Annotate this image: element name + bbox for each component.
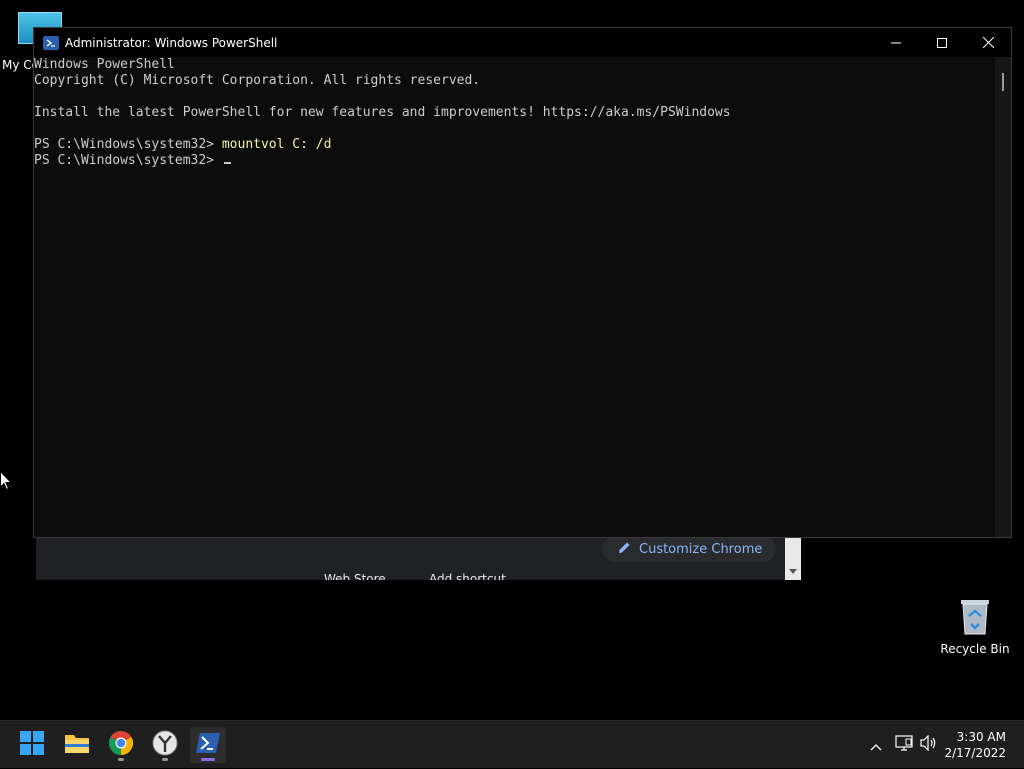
console-scrollbar[interactable] xyxy=(995,57,1011,537)
clock-date: 2/17/2022 xyxy=(944,746,1006,760)
taskbar-file-explorer[interactable] xyxy=(59,727,95,763)
command-text: mountvol C: /d xyxy=(221,137,332,152)
taskbar-powershell[interactable] xyxy=(190,727,226,763)
volume-button[interactable] xyxy=(918,721,940,769)
chrome-icon xyxy=(108,730,134,760)
system-clock[interactable]: 3:30 AM 2/17/2022 xyxy=(944,729,1006,761)
minimize-button[interactable] xyxy=(873,28,919,57)
add-shortcut-label[interactable]: Add shortcut xyxy=(429,572,506,580)
clock-app-icon xyxy=(152,730,178,760)
scroll-down-arrow-icon[interactable] xyxy=(789,569,797,574)
powershell-window[interactable]: Administrator: Windows PowerShell Window… xyxy=(33,27,1012,538)
clock-time: 3:30 AM xyxy=(956,730,1006,744)
running-indicator xyxy=(118,758,124,761)
web-store-shortcut-label[interactable]: Web Store xyxy=(324,572,386,580)
recycle-bin-icon xyxy=(958,596,992,636)
customize-chrome-button[interactable]: Customize Chrome xyxy=(602,536,777,562)
pencil-icon xyxy=(618,541,631,558)
maximize-button[interactable] xyxy=(919,28,965,57)
window-title: Administrator: Windows PowerShell xyxy=(65,35,278,50)
prompt: PS C:\Windows\system32> xyxy=(34,153,222,168)
running-indicator xyxy=(162,758,168,761)
console-line: Install the latest PowerShell for new fe… xyxy=(34,105,731,120)
console-input-line[interactable]: PS C:\Windows\system32> xyxy=(34,153,995,169)
console-line: Windows PowerShell xyxy=(34,57,175,72)
folder-icon xyxy=(64,732,90,758)
powershell-icon xyxy=(196,733,220,757)
powershell-titlebar[interactable]: Administrator: Windows PowerShell xyxy=(34,28,1011,57)
taskbar-chrome[interactable] xyxy=(103,727,139,763)
taskbar: 3:30 AM 2/17/2022 xyxy=(0,720,1024,768)
taskbar-clock-app[interactable] xyxy=(147,727,183,763)
recycle-bin-desktop-icon[interactable]: Recycle Bin xyxy=(940,596,1010,656)
recycle-bin-label: Recycle Bin xyxy=(940,642,1010,656)
chevron-up-icon xyxy=(870,736,882,755)
chrome-scrollbar[interactable] xyxy=(785,536,801,580)
customize-chrome-label: Customize Chrome xyxy=(639,541,763,557)
active-indicator xyxy=(201,758,215,761)
console-line: Copyright (C) Microsoft Corporation. All… xyxy=(34,73,481,88)
show-hidden-icons-button[interactable] xyxy=(866,721,886,769)
speaker-icon xyxy=(920,734,938,755)
scrollbar-thumb[interactable] xyxy=(1002,73,1004,91)
console-command-line: PS C:\Windows\system32> mountvol C: /d xyxy=(34,137,995,153)
powershell-icon xyxy=(43,35,59,50)
network-icon xyxy=(895,735,913,755)
mouse-pointer-icon xyxy=(0,470,13,495)
network-button[interactable] xyxy=(893,721,915,769)
console-output[interactable]: Windows PowerShell Copyright (C) Microso… xyxy=(34,57,995,537)
text-cursor xyxy=(223,162,231,164)
chrome-window-background[interactable]: Web Store Add shortcut Customize Chrome xyxy=(36,536,801,580)
close-button[interactable] xyxy=(965,28,1011,57)
windows-start-icon xyxy=(20,731,44,759)
start-button[interactable] xyxy=(14,727,50,763)
prompt: PS C:\Windows\system32> xyxy=(34,137,222,152)
